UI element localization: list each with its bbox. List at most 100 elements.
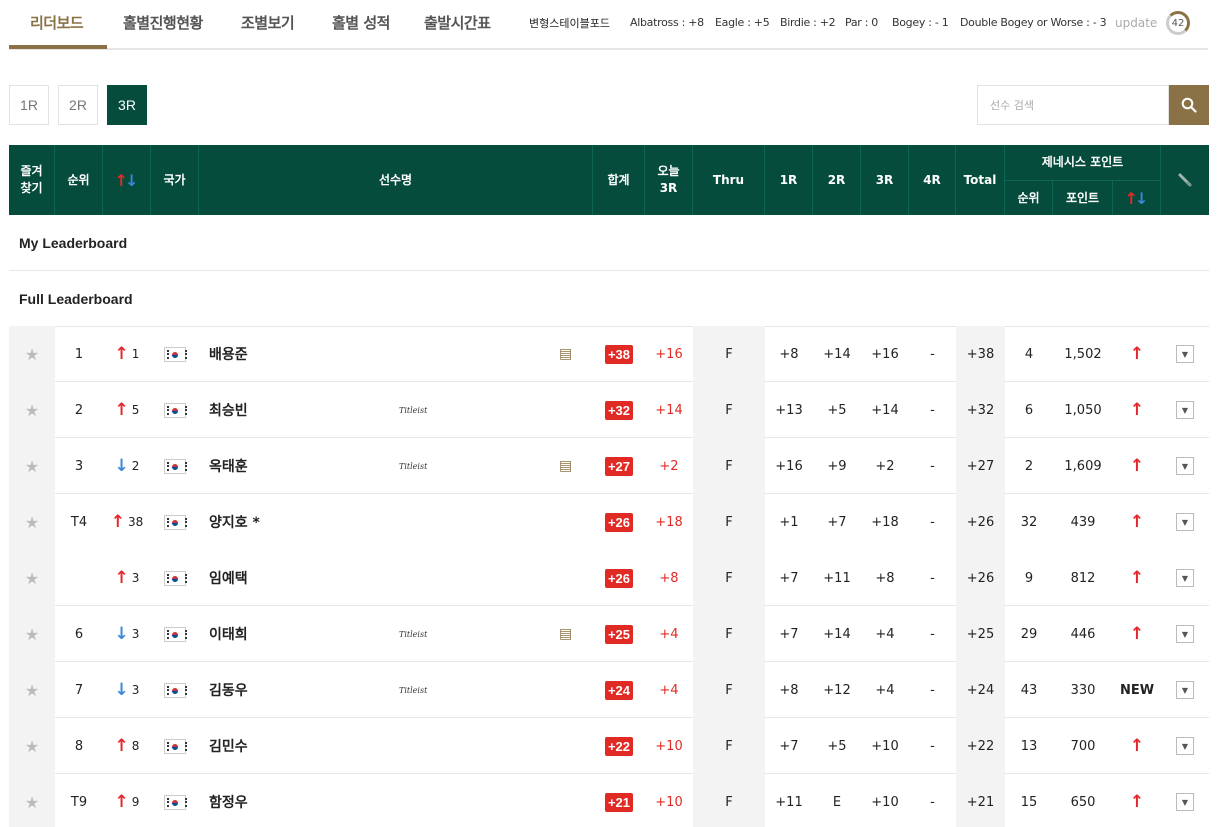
arrow-up-icon: ↑ — [1129, 736, 1145, 756]
player-name[interactable]: 김민수 — [199, 718, 399, 774]
genesis-point: 1,502 — [1064, 346, 1102, 362]
total-score-cell: +21 — [593, 774, 645, 827]
refresh-timer: 42 — [1166, 11, 1190, 35]
player-name[interactable]: 최승빈 — [199, 382, 399, 438]
r2-score: +5 — [827, 738, 847, 754]
total-score-cell: +27 — [593, 438, 645, 494]
r1-score: +8 — [779, 346, 799, 362]
favorite-cell[interactable]: ★ — [9, 718, 55, 774]
movement-cell: ↑ 38 — [103, 494, 151, 550]
favorite-cell[interactable]: ★ — [9, 326, 55, 382]
favorite-cell[interactable]: ★ — [9, 662, 55, 718]
chevron-down-icon[interactable]: ▼ — [1176, 457, 1194, 475]
genesis-point: 446 — [1070, 626, 1096, 642]
player-name[interactable]: 이태희 — [199, 606, 399, 662]
article-cell[interactable]: ▤ — [559, 606, 593, 662]
arrow-down-icon: ↓ — [114, 624, 129, 644]
total-score-cell: +26 — [593, 550, 645, 606]
star-icon[interactable]: ★ — [25, 681, 39, 700]
dropdown-cell[interactable]: ▼ — [1161, 662, 1209, 718]
favorite-cell[interactable]: ★ — [9, 606, 55, 662]
tab-group-view[interactable]: 조별보기 — [241, 12, 295, 33]
rank-cell: 1 — [74, 346, 84, 362]
total-score-badge: +38 — [604, 344, 634, 364]
tab-leaderboard[interactable]: 리더보드 — [30, 12, 84, 33]
chevron-down-icon[interactable]: ▼ — [1176, 681, 1194, 699]
star-icon[interactable]: ★ — [25, 625, 39, 644]
dropdown-cell[interactable]: ▼ — [1161, 606, 1209, 662]
thru-cell: F — [693, 382, 765, 438]
search-icon — [1181, 97, 1197, 113]
round-1-button[interactable]: 1R — [9, 85, 49, 125]
movement-cell: ↓ 2 — [103, 438, 151, 494]
player-name[interactable]: 함정우 — [199, 774, 399, 827]
favorite-cell[interactable]: ★ — [9, 382, 55, 438]
star-icon[interactable]: ★ — [25, 513, 39, 532]
table-row: ★ ↑ 3 임예택 +26 +8 F +7 +11 +8- +26 9 812 ↑ ▼ — [9, 550, 1209, 606]
rank-cell: 8 — [74, 738, 84, 754]
chevron-down-icon[interactable]: ▼ — [1176, 345, 1194, 363]
star-icon[interactable]: ★ — [25, 793, 39, 812]
r4-score: - — [930, 458, 935, 474]
article-cell[interactable]: ▤ — [559, 438, 593, 494]
table-row: ★ 1 ↑ 1 배용준 ▤ +38 +16 F +8 +14 +16- +38 4 1,502 ↑ ▼ — [9, 326, 1209, 382]
genesis-trend: ↑ — [1113, 438, 1161, 494]
chevron-down-icon[interactable]: ▼ — [1176, 793, 1194, 811]
favorite-cell[interactable]: ★ — [9, 550, 55, 606]
header-movement[interactable]: ↑ ↓ — [103, 145, 151, 215]
total-score-badge: +21 — [604, 792, 634, 812]
player-name[interactable]: 양지호 * — [199, 494, 399, 550]
tab-hole-stats[interactable]: 홀별 성적 — [332, 12, 390, 33]
total-score-cell: +25 — [593, 606, 645, 662]
chevron-down-icon[interactable]: ▼ — [1176, 513, 1194, 531]
article-icon[interactable]: ▤ — [559, 458, 572, 474]
favorite-cell[interactable]: ★ — [9, 438, 55, 494]
article-icon[interactable]: ▤ — [559, 626, 572, 642]
chevron-down-icon[interactable]: ▼ — [1176, 737, 1194, 755]
tab-tee-times[interactable]: 출발시간표 — [424, 12, 491, 33]
legend-eagle: Eagle : +5 — [715, 16, 770, 29]
total-cell: +38 — [956, 326, 1005, 382]
thru-cell: F — [693, 662, 765, 718]
player-name[interactable]: 옥태훈 — [199, 438, 399, 494]
total-score-badge: +27 — [604, 456, 634, 476]
player-name[interactable]: 김동우 — [199, 662, 399, 718]
header-genesis-trend[interactable]: ↑ ↓ — [1113, 180, 1161, 215]
round-2-button[interactable]: 2R — [58, 85, 98, 125]
update-label[interactable]: update — [1115, 16, 1157, 30]
star-icon[interactable]: ★ — [25, 345, 39, 364]
chevron-down-icon[interactable]: ▼ — [1176, 401, 1194, 419]
player-name[interactable]: 임예택 — [199, 550, 399, 606]
star-icon[interactable]: ★ — [25, 401, 39, 420]
player-name[interactable]: 배용준 — [199, 326, 399, 382]
movement-cell: ↑ 3 — [103, 550, 151, 606]
r4-score: - — [930, 514, 935, 530]
tab-hole-progress[interactable]: 홀별진행현황 — [123, 12, 203, 33]
star-icon[interactable]: ★ — [25, 737, 39, 756]
chevron-down-icon[interactable]: ▼ — [1176, 569, 1194, 587]
chevron-down-icon[interactable]: ▼ — [1176, 625, 1194, 643]
favorite-cell[interactable]: ★ — [9, 774, 55, 827]
favorite-cell[interactable]: ★ — [9, 494, 55, 550]
header-settings[interactable] — [1161, 145, 1209, 215]
genesis-trend: ↑ — [1113, 774, 1161, 827]
dropdown-cell[interactable]: ▼ — [1161, 774, 1209, 827]
search-button[interactable] — [1169, 85, 1209, 125]
dropdown-cell[interactable]: ▼ — [1161, 438, 1209, 494]
dropdown-cell[interactable]: ▼ — [1161, 326, 1209, 382]
dropdown-cell[interactable]: ▼ — [1161, 494, 1209, 550]
dropdown-cell[interactable]: ▼ — [1161, 382, 1209, 438]
article-cell[interactable]: ▤ — [559, 326, 593, 382]
dropdown-cell[interactable]: ▼ — [1161, 718, 1209, 774]
country-cell — [151, 382, 199, 438]
star-icon[interactable]: ★ — [25, 457, 39, 476]
movement-cell: ↑ 8 — [103, 718, 151, 774]
article-icon[interactable]: ▤ — [559, 346, 572, 362]
star-icon[interactable]: ★ — [25, 569, 39, 588]
player-search-input[interactable] — [977, 85, 1169, 125]
korea-flag-icon — [164, 402, 187, 418]
legend-par: Par : 0 — [845, 16, 879, 29]
genesis-point: 1,050 — [1064, 402, 1102, 418]
round-3-button[interactable]: 3R — [107, 85, 147, 125]
dropdown-cell[interactable]: ▼ — [1161, 550, 1209, 606]
